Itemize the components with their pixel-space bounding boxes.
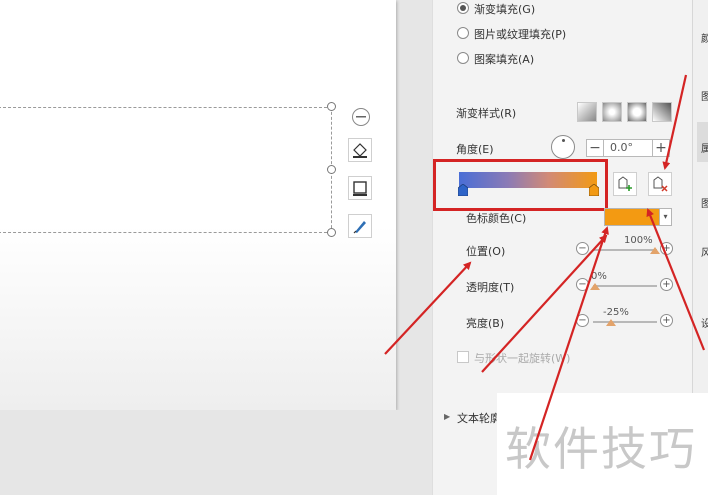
stop-color-swatch[interactable] (604, 208, 660, 226)
selection-box[interactable] (0, 107, 332, 233)
position-label: 位置(O) (466, 245, 506, 258)
tab-char-5[interactable]: 风 (701, 244, 708, 259)
gradient-style-radial[interactable] (602, 102, 622, 122)
chevron-right-icon[interactable]: ▶ (444, 412, 450, 421)
angle-decrease-button[interactable]: − (586, 139, 604, 157)
transparency-value: 0% (591, 271, 607, 282)
stop-color-label: 色标颜色(C) (466, 212, 527, 225)
annotation-highlight-box (433, 159, 608, 211)
chevron-down-icon: ▾ (663, 212, 668, 221)
position-increase-button[interactable]: + (660, 242, 673, 255)
collapse-button[interactable] (352, 108, 370, 126)
transparency-label: 透明度(T) (466, 281, 515, 294)
gradient-fill-radio[interactable] (457, 2, 469, 14)
brightness-decrease-button[interactable]: − (576, 314, 589, 327)
shape-outline-icon (353, 181, 367, 196)
gradient-fill-label[interactable]: 渐变填充(G) (474, 1, 535, 17)
tab-char-2[interactable]: 图 (701, 88, 708, 103)
angle-increase-button[interactable]: + (652, 139, 670, 157)
picture-fill-radio[interactable] (457, 27, 469, 39)
effects-tool-button[interactable] (348, 214, 372, 238)
minus-icon (356, 116, 366, 118)
picture-fill-label[interactable]: 图片或纹理填充(P) (474, 26, 566, 42)
brightness-label: 亮度(B) (466, 317, 505, 330)
gradient-style-path[interactable] (652, 102, 672, 122)
position-slider[interactable] (593, 249, 657, 251)
position-value: 100% (624, 235, 653, 246)
brightness-slider-thumb[interactable] (606, 319, 616, 326)
tab-char-6[interactable]: 设 (701, 315, 708, 330)
tab-char-1[interactable]: 颜 (701, 30, 708, 45)
stop-color-dropdown[interactable]: ▾ (660, 208, 672, 226)
angle-label: 角度(E) (456, 143, 494, 156)
tab-char-3[interactable]: 属 (701, 140, 708, 155)
resize-handle-right[interactable] (327, 165, 336, 174)
text-outline-section[interactable]: 文本轮廓 (457, 410, 501, 426)
fill-tool-button[interactable] (348, 138, 372, 162)
resize-handle-bottom-right[interactable] (327, 228, 336, 237)
add-stop-icon (618, 176, 632, 191)
add-gradient-stop-button[interactable] (613, 172, 637, 196)
tab-char-4[interactable]: 图 (701, 195, 708, 210)
gradient-style-rect[interactable] (627, 102, 647, 122)
workspace-background (0, 410, 432, 495)
pattern-fill-label[interactable]: 图案填充(A) (474, 51, 534, 67)
brightness-increase-button[interactable]: + (660, 314, 673, 327)
paint-bucket-icon (353, 143, 367, 158)
resize-handle-top-right[interactable] (327, 102, 336, 111)
gradient-style-label: 渐变样式(R) (456, 107, 517, 120)
position-decrease-button[interactable]: − (576, 242, 589, 255)
transparency-slider[interactable] (593, 285, 657, 287)
watermark-text: 软件技巧 (505, 422, 697, 476)
angle-input[interactable]: 0.0° (604, 139, 652, 157)
rotate-with-shape-label[interactable]: 与形状一起旋转(W) (474, 350, 570, 366)
rotate-with-shape-checkbox[interactable] (457, 351, 469, 363)
transparency-decrease-button[interactable]: − (576, 278, 589, 291)
remove-gradient-stop-button[interactable] (648, 172, 672, 196)
angle-dial[interactable] (551, 135, 575, 159)
remove-stop-icon (653, 176, 668, 192)
transparency-slider-thumb[interactable] (590, 283, 600, 290)
brightness-value: -25% (603, 307, 629, 318)
pen-icon (353, 221, 366, 234)
position-slider-thumb[interactable] (650, 247, 660, 254)
brightness-slider[interactable] (593, 321, 657, 323)
gradient-style-linear[interactable] (577, 102, 597, 122)
transparency-increase-button[interactable]: + (660, 278, 673, 291)
outline-tool-button[interactable] (348, 176, 372, 200)
pattern-fill-radio[interactable] (457, 52, 469, 64)
